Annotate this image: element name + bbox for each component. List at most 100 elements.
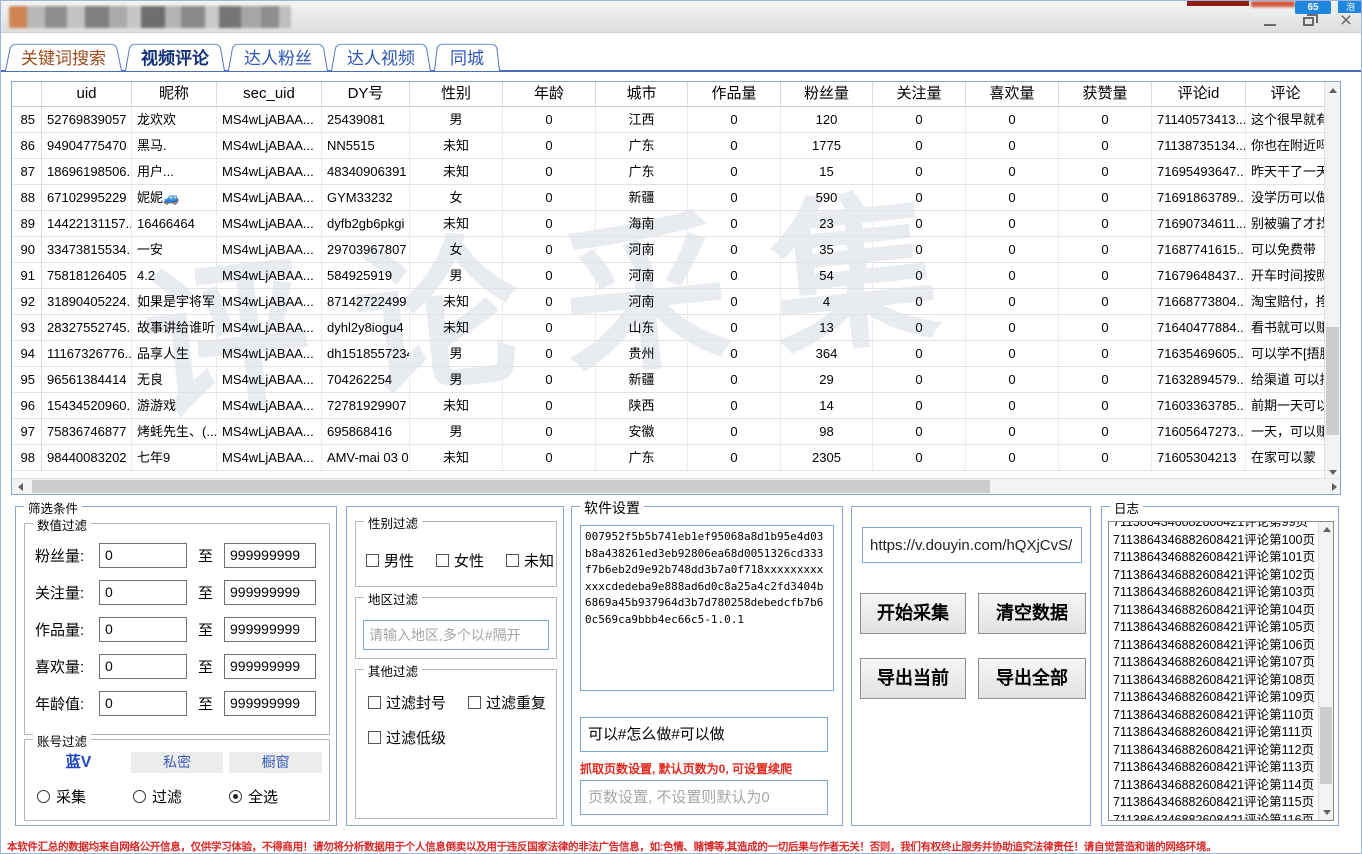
table-row[interactable]: 91 758181264054.2MS4wLjABAA...584925919男… <box>12 263 1326 289</box>
column-header[interactable]: uid <box>42 82 132 106</box>
log-entry[interactable]: 7113864346882608421评论第103页 <box>1109 584 1318 602</box>
max-value-input[interactable]: 999999999 <box>224 543 316 568</box>
vertical-scroll-thumb[interactable] <box>1326 327 1339 435</box>
table-row[interactable]: 90 33473815534...一安MS4wLjABAA...29703967… <box>12 237 1326 263</box>
scroll-right-button[interactable] <box>1326 479 1341 495</box>
min-value-input[interactable]: 0 <box>99 691 187 716</box>
log-entry[interactable]: 7113864346882608421评论第116页 <box>1109 812 1318 822</box>
column-header[interactable]: 喜欢量 <box>966 82 1059 106</box>
tab[interactable]: 同城 <box>434 41 500 71</box>
column-header[interactable]: 评论 <box>1246 82 1326 106</box>
log-entry[interactable]: 7113864346882608421评论第101页 <box>1109 549 1318 567</box>
column-header[interactable]: 粉丝量 <box>781 82 873 106</box>
checkbox-option[interactable]: 过滤重复 <box>468 692 546 713</box>
radio-option[interactable]: 采集 <box>37 786 133 807</box>
minimize-button[interactable] <box>1259 11 1281 31</box>
pages-input[interactable] <box>580 780 828 815</box>
column-header[interactable]: 关注量 <box>873 82 966 106</box>
column-header[interactable]: 年龄 <box>503 82 596 106</box>
table-row[interactable]: 97 75836746877烤蚝先生、(...MS4wLjABAA...6958… <box>12 419 1326 445</box>
account-segment[interactable]: 私密 <box>131 752 224 773</box>
log-scroll-down-button[interactable] <box>1319 805 1334 820</box>
export-current-button[interactable]: 导出当前 <box>860 658 966 699</box>
column-header[interactable]: 评论id <box>1152 82 1246 106</box>
tab[interactable]: 达人视频 <box>331 41 431 71</box>
column-header[interactable]: 昵称 <box>132 82 217 106</box>
account-segment[interactable]: 橱窗 <box>229 752 322 773</box>
max-value-input[interactable]: 999999999 <box>224 580 316 605</box>
log-entry[interactable]: 7113864346882608421评论第106页 <box>1109 637 1318 655</box>
min-value-input[interactable]: 0 <box>99 617 187 642</box>
column-header[interactable]: 性别 <box>410 82 503 106</box>
checkbox-option[interactable]: 女性 <box>436 550 484 571</box>
radio-option[interactable]: 全选 <box>229 786 325 807</box>
horizontal-scroll-thumb[interactable] <box>32 480 990 493</box>
table-cell: MS4wLjABAA... <box>217 107 322 132</box>
table-row[interactable]: 94 11167326776...品享人生MS4wLjABAA...dh1518… <box>12 341 1326 367</box>
min-value-input[interactable]: 0 <box>99 580 187 605</box>
checkbox-option[interactable]: 男性 <box>366 550 414 571</box>
table-row[interactable]: 88 67102995229妮妮🚙MS4wLjABAA...GYM33232女0… <box>12 185 1326 211</box>
log-scroll-up-button[interactable] <box>1319 522 1334 537</box>
log-entry[interactable]: 7113864346882608421评论第115页 <box>1109 794 1318 812</box>
license-token-box[interactable]: 007952f5b5b741eb1ef95068a8d1b95e4d03b8a4… <box>580 525 834 691</box>
log-entry[interactable]: 7113864346882608421评论第114页 <box>1109 777 1318 795</box>
horizontal-scrollbar[interactable] <box>12 478 1341 494</box>
log-entry[interactable]: 7113864346882608421评论第109页 <box>1109 689 1318 707</box>
log-scrollbar[interactable] <box>1318 522 1333 820</box>
start-collect-button[interactable]: 开始采集 <box>860 593 966 634</box>
vertical-scrollbar[interactable] <box>1324 82 1340 480</box>
restore-button[interactable] <box>1297 11 1319 31</box>
radio-option[interactable]: 过滤 <box>133 786 229 807</box>
tab[interactable]: 关键词搜索 <box>5 41 122 71</box>
column-header[interactable]: 作品量 <box>688 82 781 106</box>
checkbox-option[interactable]: 过滤封号 <box>368 692 446 713</box>
log-entry[interactable]: 7113864346882608421评论第105页 <box>1109 619 1318 637</box>
column-header[interactable]: 获赞量 <box>1059 82 1152 106</box>
max-value-input[interactable]: 999999999 <box>224 691 316 716</box>
table-row[interactable]: 96 15434520960...游游戏MS4wLjABAA...7278192… <box>12 393 1326 419</box>
log-entry[interactable]: 7113864346882608421评论第110页 <box>1109 707 1318 725</box>
log-entry[interactable]: 7113864346882608421评论第107页 <box>1109 654 1318 672</box>
account-segment[interactable]: 蓝V <box>32 752 125 773</box>
table-row[interactable]: 98 98440083202七年9MS4wLjABAA...AMV-mai 03… <box>12 445 1326 471</box>
scroll-up-button[interactable] <box>1325 82 1341 98</box>
region-input[interactable] <box>363 620 549 650</box>
column-header[interactable]: DY号 <box>322 82 410 106</box>
table-row[interactable]: 89 14422131157...16466464MS4wLjABAA...dy… <box>12 211 1326 237</box>
table-row[interactable]: 95 96561384414无良MS4wLjABAA...704262254男0… <box>12 367 1326 393</box>
max-value-input[interactable]: 999999999 <box>224 654 316 679</box>
table-row[interactable]: 85 52769839057龙欢欢MS4wLjABAA...25439081男0… <box>12 107 1326 133</box>
tab-bar: 关键词搜索视频评论达人粉丝达人视频同城 <box>5 41 500 71</box>
max-value-input[interactable]: 999999999 <box>224 617 316 642</box>
log-entry[interactable]: 7113864346882608421评论第100页 <box>1109 532 1318 550</box>
log-entry[interactable]: 7113864346882608421评论第111页 <box>1109 724 1318 742</box>
table-row[interactable]: 93 28327552745...故事讲给谁听MS4wLjABAA...dyhl… <box>12 315 1326 341</box>
numeric-filter-row: 喜欢量: 0 至 999999999 <box>35 653 321 679</box>
clear-data-button[interactable]: 清空数据 <box>978 593 1086 634</box>
min-value-input[interactable]: 0 <box>99 543 187 568</box>
column-header[interactable]: 城市 <box>596 82 688 106</box>
table-row[interactable]: 87 18696198506...用户...MS4wLjABAA...48340… <box>12 159 1326 185</box>
log-scroll-thumb[interactable] <box>1320 707 1332 784</box>
video-url-input[interactable] <box>862 527 1082 563</box>
log-entry[interactable]: 7113864346882608421评论第108页 <box>1109 672 1318 690</box>
scroll-left-button[interactable] <box>12 479 28 495</box>
checkbox-option[interactable]: 未知 <box>506 550 554 571</box>
tab[interactable]: 达人粉丝 <box>228 41 328 71</box>
log-entry[interactable]: 7113864346882608421评论第113页 <box>1109 759 1318 777</box>
log-entry[interactable]: 7113864346882608421评论第104页 <box>1109 602 1318 620</box>
log-list[interactable]: 7113864346882608421评论第99页711386434688260… <box>1108 521 1334 821</box>
min-value-input[interactable]: 0 <box>99 654 187 679</box>
checkbox-option[interactable]: 过滤低级 <box>368 727 446 748</box>
log-entry[interactable]: 7113864346882608421评论第112页 <box>1109 742 1318 760</box>
log-entry[interactable]: 7113864346882608421评论第102页 <box>1109 567 1318 585</box>
log-entry[interactable]: 7113864346882608421评论第99页 <box>1109 521 1318 532</box>
close-button[interactable]: × <box>1335 11 1357 31</box>
export-all-button[interactable]: 导出全部 <box>978 658 1086 699</box>
topic-input[interactable]: 可以#怎么做#可以做 <box>580 717 828 752</box>
table-row[interactable]: 92 31890405224...如果是宇将军...MS4wLjABAA...8… <box>12 289 1326 315</box>
table-row[interactable]: 86 94904775470黑马.MS4wLjABAA...NN5515未知0广… <box>12 133 1326 159</box>
tab[interactable]: 视频评论 <box>125 41 225 71</box>
column-header[interactable]: sec_uid <box>217 82 322 106</box>
